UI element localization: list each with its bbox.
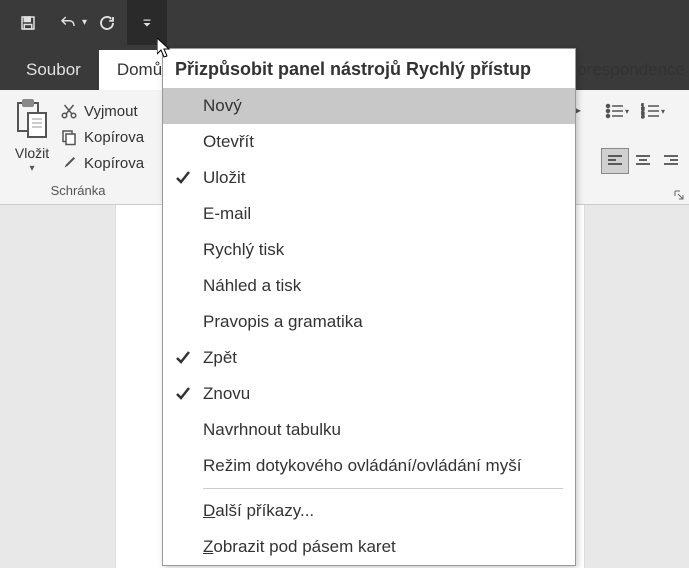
menu-item-draw-table[interactable]: Navrhnout tabulku: [163, 412, 575, 448]
paste-button[interactable]: Vložit ▾: [8, 96, 56, 174]
menu-item-more-commands[interactable]: Další příkazy...: [163, 493, 575, 529]
tab-correspondence[interactable]: orespondence: [573, 50, 689, 90]
dialog-launcher-button[interactable]: [673, 188, 687, 202]
menu-item-label: Režim dotykového ovládání/ovládání myší: [203, 456, 521, 476]
menu-item-label: Znovu: [203, 384, 250, 404]
cut-label: Vyjmout: [84, 103, 138, 120]
save-button[interactable]: [8, 3, 48, 43]
menu-item-label: E-mail: [203, 204, 251, 224]
bullet-list-button[interactable]: ▾: [601, 98, 633, 124]
menu-item-label: Zpět: [203, 348, 237, 368]
svg-text:3: 3: [641, 114, 645, 119]
menu-item-new[interactable]: Nový: [163, 88, 575, 124]
align-right-button[interactable]: [657, 148, 685, 174]
qat-customize-button[interactable]: [127, 0, 167, 45]
check-icon: [175, 386, 191, 402]
menu-item-save[interactable]: Uložit: [163, 160, 575, 196]
menu-item-spelling[interactable]: Pravopis a gramatika: [163, 304, 575, 340]
format-painter-button[interactable]: Kopírova: [56, 152, 148, 174]
menu-item-label: Další příkazy...: [203, 501, 314, 521]
menu-item-label: Uložit: [203, 168, 246, 188]
menu-separator: [203, 488, 563, 489]
menu-item-quick-print[interactable]: Rychlý tisk: [163, 232, 575, 268]
format-painter-label: Kopírova: [84, 155, 144, 172]
menu-item-print-preview[interactable]: Náhled a tisk: [163, 268, 575, 304]
copy-label: Kopírova: [84, 129, 144, 146]
menu-item-label: Navrhnout tabulku: [203, 420, 341, 440]
menu-item-label: Nový: [203, 96, 242, 116]
numbered-list-button[interactable]: 123 ▾: [637, 98, 669, 124]
align-center-button[interactable]: [629, 148, 657, 174]
title-bar: ▾: [0, 0, 689, 45]
tab-file[interactable]: Soubor: [8, 50, 99, 90]
check-icon: [175, 170, 191, 186]
dropdown-title: Přizpůsobit panel nástrojů Rychlý přístu…: [163, 49, 575, 88]
repeat-button[interactable]: [87, 3, 127, 43]
paste-dropdown-arrow[interactable]: ▾: [29, 163, 34, 174]
menu-item-label: Rychlý tisk: [203, 240, 284, 260]
menu-item-label: Náhled a tisk: [203, 276, 301, 296]
paste-label: Vložit: [15, 145, 49, 161]
menu-item-label: Pravopis a gramatika: [203, 312, 363, 332]
copy-button[interactable]: Kopírova: [56, 126, 148, 148]
menu-item-undo[interactable]: Zpět: [163, 340, 575, 376]
menu-item-email[interactable]: E-mail: [163, 196, 575, 232]
align-left-button[interactable]: [601, 148, 629, 174]
cut-button[interactable]: Vyjmout: [56, 100, 148, 122]
check-icon: [175, 350, 191, 366]
menu-item-open[interactable]: Otevřít: [163, 124, 575, 160]
menu-item-show-below[interactable]: Zobrazit pod pásem karet: [163, 529, 575, 565]
menu-item-touch-mode[interactable]: Režim dotykového ovládání/ovládání myší: [163, 448, 575, 484]
menu-item-label: Otevřít: [203, 132, 254, 152]
clipboard-group-label: Schránka: [8, 183, 148, 202]
menu-item-label: Zobrazit pod pásem karet: [203, 537, 396, 557]
menu-item-redo[interactable]: Znovu: [163, 376, 575, 412]
qat-customize-menu: Přizpůsobit panel nástrojů Rychlý přístu…: [162, 48, 576, 566]
mouse-cursor-icon: [157, 38, 173, 63]
